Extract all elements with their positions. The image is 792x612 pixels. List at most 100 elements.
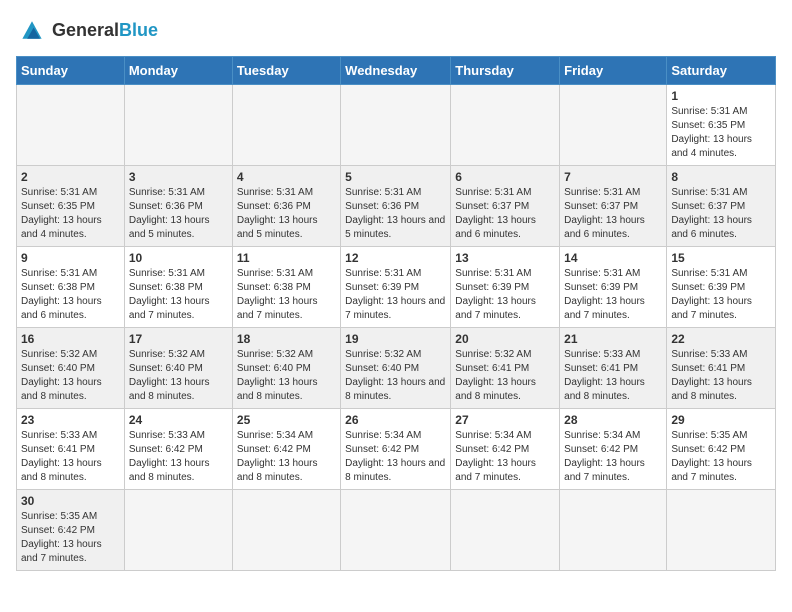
day-number: 17 <box>129 332 228 346</box>
day-cell: 25 Sunrise: 5:34 AM Sunset: 6:42 PM Dayli… <box>232 409 340 490</box>
day-number: 21 <box>564 332 662 346</box>
day-number: 4 <box>237 170 336 184</box>
day-info: Sunrise: 5:35 AM Sunset: 6:42 PM Dayligh… <box>21 510 120 566</box>
week-row-3: 9 Sunrise: 5:31 AM Sunset: 6:38 PM Daylig… <box>17 247 776 328</box>
day-cell: 11 Sunrise: 5:31 AM Sunset: 6:38 PM Dayli… <box>232 247 340 328</box>
day-info: Sunrise: 5:31 AM Sunset: 6:36 PM Dayligh… <box>345 186 446 242</box>
day-number: 28 <box>564 413 662 427</box>
day-number: 23 <box>21 413 120 427</box>
day-cell <box>17 85 125 166</box>
day-info: Sunrise: 5:31 AM Sunset: 6:37 PM Dayligh… <box>671 186 771 242</box>
day-cell <box>451 85 560 166</box>
day-cell <box>232 490 340 571</box>
logo-icon <box>16 16 48 44</box>
day-cell: 2 Sunrise: 5:31 AM Sunset: 6:35 PM Daylig… <box>17 166 125 247</box>
weekday-header-tuesday: Tuesday <box>232 57 340 85</box>
day-cell: 19Sunrise: 5:32 AM Sunset: 6:40 PM Dayli… <box>341 328 451 409</box>
day-info: Sunrise: 5:31 AM Sunset: 6:38 PM Dayligh… <box>21 267 120 323</box>
day-info: Sunrise: 5:33 AM Sunset: 6:41 PM Dayligh… <box>21 429 120 485</box>
day-info: Sunrise: 5:32 AM Sunset: 6:40 PM Dayligh… <box>237 348 336 404</box>
logo: GeneralBlue <box>16 16 158 44</box>
day-number: 16 <box>21 332 120 346</box>
day-cell: 30 Sunrise: 5:35 AM Sunset: 6:42 PM Dayli… <box>17 490 125 571</box>
day-cell: 23 Sunrise: 5:33 AM Sunset: 6:41 PM Dayli… <box>17 409 125 490</box>
day-info: Sunrise: 5:31 AM Sunset: 6:37 PM Dayligh… <box>455 186 555 242</box>
day-info: Sunrise: 5:32 AM Sunset: 6:40 PM Dayligh… <box>345 348 446 404</box>
day-info: Sunrise: 5:32 AM Sunset: 6:41 PM Dayligh… <box>455 348 555 404</box>
day-number: 1 <box>671 89 771 103</box>
day-info: Sunrise: 5:33 AM Sunset: 6:42 PM Dayligh… <box>129 429 228 485</box>
day-info: Sunrise: 5:31 AM Sunset: 6:37 PM Dayligh… <box>564 186 662 242</box>
day-number: 26 <box>345 413 446 427</box>
day-cell: 12Sunrise: 5:31 AM Sunset: 6:39 PM Dayli… <box>341 247 451 328</box>
day-info: Sunrise: 5:31 AM Sunset: 6:39 PM Dayligh… <box>455 267 555 323</box>
day-number: 29 <box>671 413 771 427</box>
day-number: 2 <box>21 170 120 184</box>
day-number: 15 <box>671 251 771 265</box>
logo-text: GeneralBlue <box>52 20 158 41</box>
day-info: Sunrise: 5:31 AM Sunset: 6:36 PM Dayligh… <box>237 186 336 242</box>
day-cell: 16Sunrise: 5:32 AM Sunset: 6:40 PM Dayli… <box>17 328 125 409</box>
day-info: Sunrise: 5:34 AM Sunset: 6:42 PM Dayligh… <box>237 429 336 485</box>
weekday-header-sunday: Sunday <box>17 57 125 85</box>
day-cell: 9 Sunrise: 5:31 AM Sunset: 6:38 PM Daylig… <box>17 247 125 328</box>
weekday-header-thursday: Thursday <box>451 57 560 85</box>
day-number: 30 <box>21 494 120 508</box>
day-cell: 20 Sunrise: 5:32 AM Sunset: 6:41 PM Dayli… <box>451 328 560 409</box>
week-row-4: 16 Sunrise: 5:32 AM Sunset: 6:40 PM Dayli… <box>17 328 776 409</box>
calendar: SundayMondayTuesdayWednesdayThursdayFrid… <box>16 56 776 571</box>
day-number: 8 <box>671 170 771 184</box>
day-info: Sunrise: 5:31 AM Sunset: 6:36 PM Dayligh… <box>129 186 228 242</box>
day-cell: 13 Sunrise: 5:31 AM Sunset: 6:39 PM Dayli… <box>451 247 560 328</box>
week-row-1: 1 Sunrise: 5:31 AM Sunset: 6:35 PM Daylig… <box>17 85 776 166</box>
day-number: 11 <box>237 251 336 265</box>
day-number: 6 <box>455 170 555 184</box>
day-info: Sunrise: 5:31 AM Sunset: 6:39 PM Dayligh… <box>671 267 771 323</box>
day-info: Sunrise: 5:31 AM Sunset: 6:39 PM Dayligh… <box>564 267 662 323</box>
day-cell: 10 Sunrise: 5:31 AM Sunset: 6:38 PM Dayli… <box>124 247 232 328</box>
logo-general: GeneralBlue <box>52 20 158 40</box>
day-number: 9 <box>21 251 120 265</box>
day-cell: 27Sunrise: 5:34 AM Sunset: 6:42 PM Dayli… <box>451 409 560 490</box>
day-number: 20 <box>455 332 555 346</box>
weekday-header-saturday: Saturday <box>667 57 776 85</box>
day-info: Sunrise: 5:31 AM Sunset: 6:35 PM Dayligh… <box>21 186 120 242</box>
day-cell: 14 Sunrise: 5:31 AM Sunset: 6:39 PM Dayli… <box>560 247 667 328</box>
day-number: 10 <box>129 251 228 265</box>
day-cell: 5Sunrise: 5:31 AM Sunset: 6:36 PM Daylig… <box>341 166 451 247</box>
weekday-header-friday: Friday <box>560 57 667 85</box>
day-cell: 21 Sunrise: 5:33 AM Sunset: 6:41 PM Dayli… <box>560 328 667 409</box>
week-row-2: 2 Sunrise: 5:31 AM Sunset: 6:35 PM Daylig… <box>17 166 776 247</box>
day-info: Sunrise: 5:33 AM Sunset: 6:41 PM Dayligh… <box>564 348 662 404</box>
day-cell: 15 Sunrise: 5:31 AM Sunset: 6:39 PM Dayli… <box>667 247 776 328</box>
day-number: 25 <box>237 413 336 427</box>
day-cell: 8 Sunrise: 5:31 AM Sunset: 6:37 PM Daylig… <box>667 166 776 247</box>
day-number: 13 <box>455 251 555 265</box>
day-info: Sunrise: 5:31 AM Sunset: 6:35 PM Dayligh… <box>671 105 771 161</box>
day-number: 24 <box>129 413 228 427</box>
day-cell: 17Sunrise: 5:32 AM Sunset: 6:40 PM Dayli… <box>124 328 232 409</box>
day-number: 22 <box>671 332 771 346</box>
day-info: Sunrise: 5:33 AM Sunset: 6:41 PM Dayligh… <box>671 348 771 404</box>
day-cell: 29Sunrise: 5:35 AM Sunset: 6:42 PM Dayli… <box>667 409 776 490</box>
day-number: 18 <box>237 332 336 346</box>
weekday-header-row: SundayMondayTuesdayWednesdayThursdayFrid… <box>17 57 776 85</box>
day-cell: 24 Sunrise: 5:33 AM Sunset: 6:42 PM Dayli… <box>124 409 232 490</box>
day-cell: 7Sunrise: 5:31 AM Sunset: 6:37 PM Daylig… <box>560 166 667 247</box>
logo-blue: Blue <box>119 20 158 40</box>
day-cell <box>124 85 232 166</box>
day-cell <box>232 85 340 166</box>
day-cell <box>341 490 451 571</box>
day-cell <box>560 85 667 166</box>
day-info: Sunrise: 5:31 AM Sunset: 6:38 PM Dayligh… <box>237 267 336 323</box>
day-info: Sunrise: 5:31 AM Sunset: 6:38 PM Dayligh… <box>129 267 228 323</box>
day-info: Sunrise: 5:34 AM Sunset: 6:42 PM Dayligh… <box>455 429 555 485</box>
day-number: 14 <box>564 251 662 265</box>
day-cell <box>560 490 667 571</box>
day-cell: 3 Sunrise: 5:31 AM Sunset: 6:36 PM Daylig… <box>124 166 232 247</box>
day-cell: 18 Sunrise: 5:32 AM Sunset: 6:40 PM Dayli… <box>232 328 340 409</box>
day-cell <box>451 490 560 571</box>
day-number: 3 <box>129 170 228 184</box>
week-row-5: 23 Sunrise: 5:33 AM Sunset: 6:41 PM Dayli… <box>17 409 776 490</box>
day-number: 12 <box>345 251 446 265</box>
